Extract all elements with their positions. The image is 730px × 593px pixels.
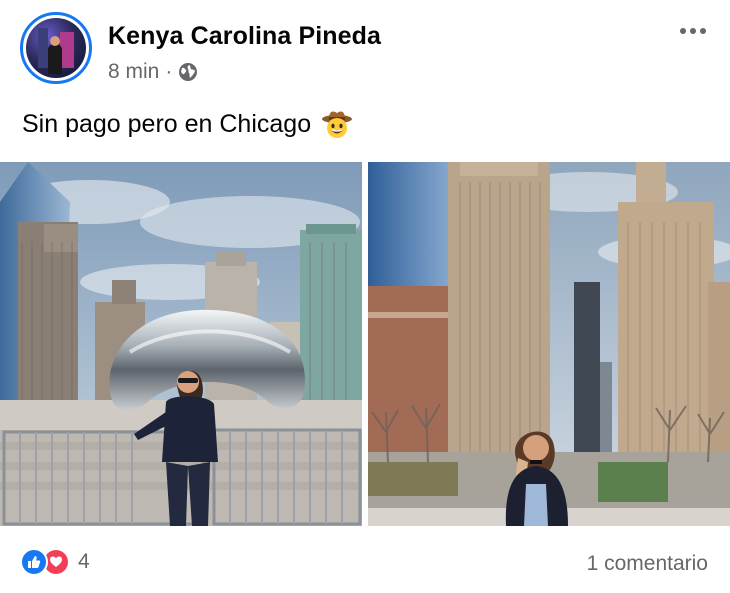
globe-icon	[178, 62, 198, 82]
author-name[interactable]: Kenya Carolina Pineda	[108, 22, 381, 51]
photo-grid	[0, 162, 730, 526]
meta-separator: ·	[165, 60, 173, 83]
author-avatar[interactable]	[20, 12, 92, 84]
post-time[interactable]: 8 min	[108, 60, 159, 84]
post-caption: Sin pago pero en Chicago	[22, 108, 353, 140]
photo-cloud-gate[interactable]	[0, 162, 362, 526]
caption-text: Sin pago pero en Chicago	[22, 109, 312, 138]
post-footer: 4 1 comentario	[20, 546, 710, 582]
more-options-icon[interactable]	[678, 24, 708, 38]
cowboy-hat-face-icon	[321, 108, 353, 140]
post-header: Kenya Carolina Pineda 8 min ·	[20, 12, 716, 86]
post-meta: 8 min ·	[108, 60, 198, 84]
photo-michigan-ave[interactable]	[368, 162, 730, 526]
like-icon	[20, 548, 48, 576]
reactions-summary[interactable]: 4	[20, 548, 90, 576]
comments-count[interactable]: 1 comentario	[587, 552, 708, 576]
reaction-count: 4	[78, 550, 90, 573]
